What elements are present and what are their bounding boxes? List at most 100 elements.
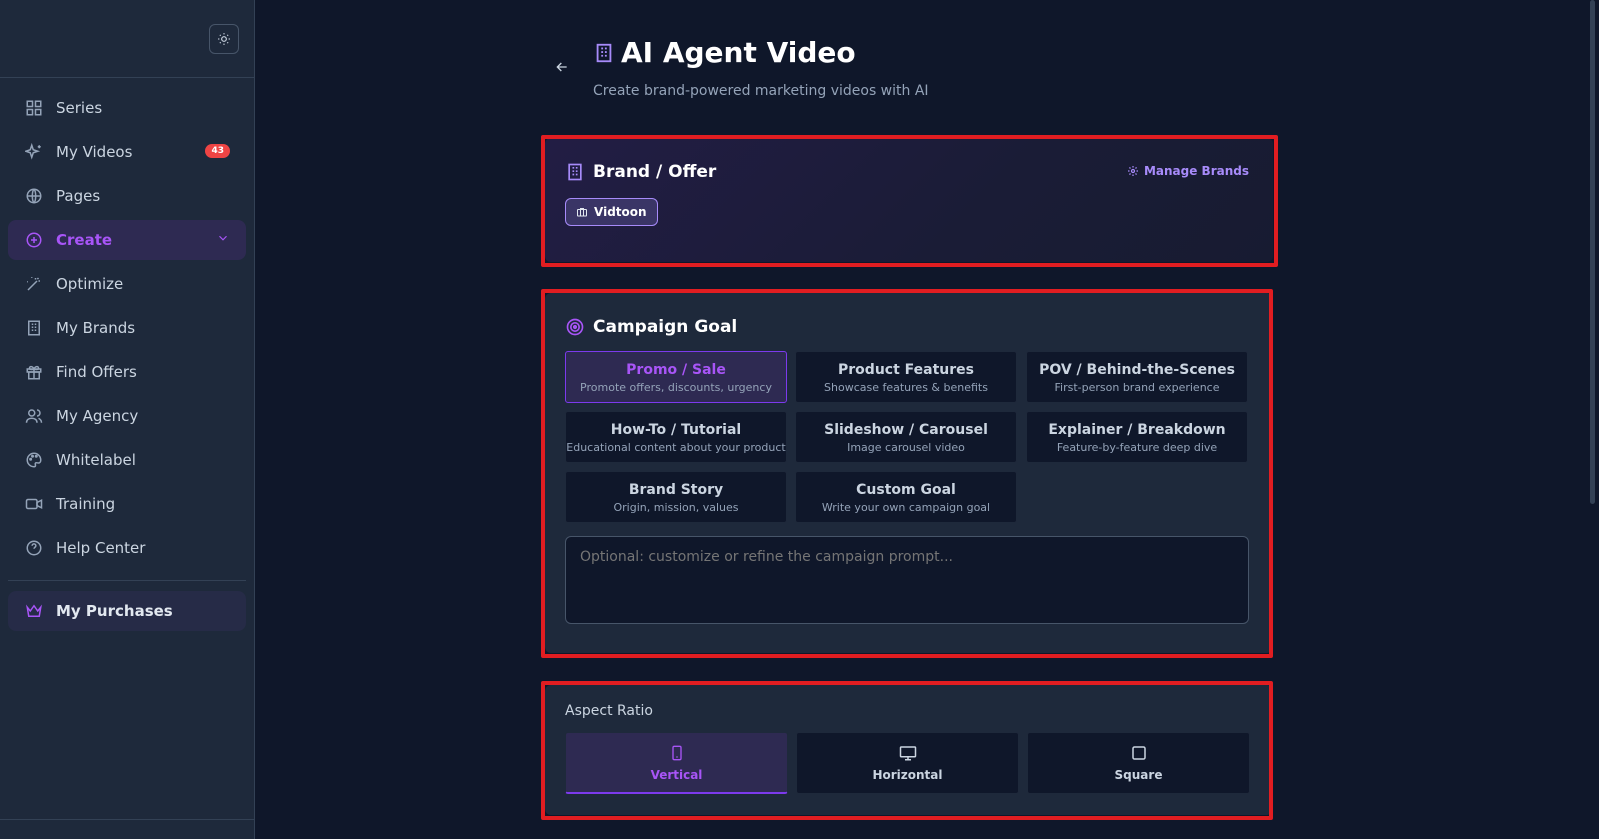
goal-option-title: Product Features	[838, 362, 974, 378]
sidebar-item-help-center[interactable]: Help Center	[8, 528, 246, 568]
phone-icon	[671, 745, 682, 760]
goal-option-promo-sale[interactable]: Promo / Sale Promote offers, discounts, …	[565, 351, 787, 403]
goal-option-subtitle: Showcase features & benefits	[824, 381, 988, 394]
aspect-option-label: Vertical	[650, 767, 703, 782]
aspect-option-square[interactable]: Square	[1027, 732, 1250, 794]
sidebar-item-label: My Agency	[56, 407, 139, 425]
sidebar-item-optimize[interactable]: Optimize	[8, 264, 246, 304]
target-icon	[566, 318, 584, 336]
video-count-badge: 43	[205, 144, 230, 158]
grid-icon	[24, 98, 44, 118]
sidebar-item-training[interactable]: Training	[8, 484, 246, 524]
manage-brands-label: Manage Brands	[1143, 164, 1249, 178]
sparkles-icon	[24, 142, 44, 162]
aspect-option-label: Square	[1114, 768, 1163, 782]
sidebar-item-label: Series	[56, 99, 103, 117]
plus-circle-icon	[24, 230, 44, 250]
goal-option-explainer-breakdown[interactable]: Explainer / Breakdown Feature-by-feature…	[1026, 411, 1248, 463]
sidebar-nav: Series My Videos 43 Pages Create Optimiz…	[0, 78, 254, 568]
brand-card-title: Brand / Offer	[593, 162, 717, 182]
sidebar-item-pages[interactable]: Pages	[8, 176, 246, 216]
scrollbar[interactable]	[1590, 0, 1595, 504]
sidebar-item-label: My Purchases	[56, 602, 173, 620]
brand-chip-vidtoon[interactable]: Vidtoon	[565, 198, 658, 226]
sidebar-item-create[interactable]: Create	[8, 220, 246, 260]
sidebar-item-find-offers[interactable]: Find Offers	[8, 352, 246, 392]
goal-option-subtitle: Origin, mission, values	[613, 501, 739, 514]
main-content: AI Agent Video Create brand-powered mark…	[255, 0, 1599, 839]
campaign-goal-card: Campaign Goal Promo / Sale Promote offer…	[545, 293, 1273, 653]
goal-option-subtitle: First-person brand experience	[1054, 381, 1220, 394]
arrow-left-icon	[556, 62, 567, 72]
aspect-option-horizontal[interactable]: Horizontal	[796, 732, 1019, 794]
goal-option-slideshow-carousel[interactable]: Slideshow / Carousel Image carousel vide…	[795, 411, 1017, 463]
campaign-prompt-input[interactable]	[565, 536, 1249, 624]
sidebar-item-label: Pages	[56, 187, 101, 205]
chevron-down-icon[interactable]	[216, 231, 230, 249]
sidebar-item-my-videos[interactable]: My Videos 43	[8, 132, 246, 172]
users-icon	[24, 406, 44, 426]
sidebar: Series My Videos 43 Pages Create Optimiz…	[0, 0, 255, 839]
sidebar-item-label: Optimize	[56, 275, 124, 293]
building-icon	[596, 43, 612, 62]
globe-icon	[24, 186, 44, 206]
goal-option-pov-behind-scenes[interactable]: POV / Behind-the-Scenes First-person bra…	[1026, 351, 1248, 403]
goal-card-header: Campaign Goal	[565, 317, 737, 337]
goal-option-title: How-To / Tutorial	[610, 422, 742, 438]
monitor-icon	[899, 746, 916, 761]
goal-option-title: Custom Goal	[856, 482, 956, 498]
goal-option-subtitle: Promote offers, discounts, urgency	[580, 381, 772, 394]
aspect-option-label: Horizontal	[872, 768, 943, 782]
sidebar-item-label: My Brands	[56, 319, 136, 337]
building-icon	[568, 163, 582, 181]
manage-brands-link[interactable]: Manage Brands	[1127, 164, 1249, 178]
sidebar-item-my-purchases[interactable]: My Purchases	[8, 591, 246, 631]
sidebar-item-my-agency[interactable]: My Agency	[8, 396, 246, 436]
goal-option-title: Promo / Sale	[626, 362, 726, 378]
sidebar-item-my-brands[interactable]: My Brands	[8, 308, 246, 348]
goal-option-how-to-tutorial[interactable]: How-To / Tutorial Educational content ab…	[565, 411, 787, 463]
back-button[interactable]	[551, 56, 573, 78]
sidebar-item-series[interactable]: Series	[8, 88, 246, 128]
sidebar-footer	[0, 819, 255, 839]
brand-card-header: Brand / Offer	[565, 162, 716, 182]
help-circle-icon	[24, 538, 44, 558]
sidebar-item-label: Create	[56, 231, 113, 249]
sidebar-item-label: My Videos	[56, 143, 133, 161]
magic-wand-icon	[24, 274, 44, 294]
sidebar-item-label: Whitelabel	[56, 451, 136, 469]
aspect-ratio-card: Aspect Ratio Vertical Horizontal Square	[545, 685, 1273, 815]
building-icon	[24, 318, 44, 338]
goal-option-title: Explainer / Breakdown	[1048, 422, 1226, 438]
page-header: AI Agent Video	[593, 36, 856, 69]
goal-option-title: POV / Behind-the-Scenes	[1039, 362, 1235, 378]
goal-option-subtitle: Feature-by-feature deep dive	[1056, 441, 1218, 454]
theme-toggle-button[interactable]	[209, 24, 239, 54]
goal-option-brand-story[interactable]: Brand Story Origin, mission, values	[565, 471, 787, 523]
aspect-option-vertical[interactable]: Vertical	[565, 732, 788, 794]
goal-option-custom-goal[interactable]: Custom Goal Write your own campaign goal	[795, 471, 1017, 523]
palette-icon	[24, 450, 44, 470]
sidebar-item-label: Training	[56, 495, 116, 513]
sidebar-item-label: Help Center	[56, 539, 146, 557]
sun-icon	[218, 33, 230, 45]
page-subtitle: Create brand-powered marketing videos wi…	[593, 83, 929, 99]
goal-option-title: Slideshow / Carousel	[824, 422, 988, 438]
sidebar-divider	[8, 580, 246, 581]
goal-option-product-features[interactable]: Product Features Showcase features & ben…	[795, 351, 1017, 403]
video-camera-icon	[24, 494, 44, 514]
brand-chip-label: Vidtoon	[594, 205, 647, 219]
goal-option-subtitle: Write your own campaign goal	[821, 501, 991, 514]
goal-option-title: Brand Story	[628, 482, 724, 498]
gift-icon	[24, 362, 44, 382]
brand-offer-card: Brand / Offer Manage Brands Vidtoon	[545, 138, 1273, 262]
page-title: AI Agent Video	[621, 36, 856, 69]
briefcase-icon	[577, 208, 587, 217]
sidebar-item-whitelabel[interactable]: Whitelabel	[8, 440, 246, 480]
square-icon	[1131, 746, 1146, 760]
goal-option-subtitle: Image carousel video	[847, 441, 965, 454]
sidebar-item-label: Find Offers	[56, 363, 137, 381]
goal-card-title: Campaign Goal	[593, 317, 738, 337]
goal-option-subtitle: Educational content about your product	[566, 441, 786, 454]
aspect-ratio-label: Aspect Ratio	[565, 703, 653, 719]
